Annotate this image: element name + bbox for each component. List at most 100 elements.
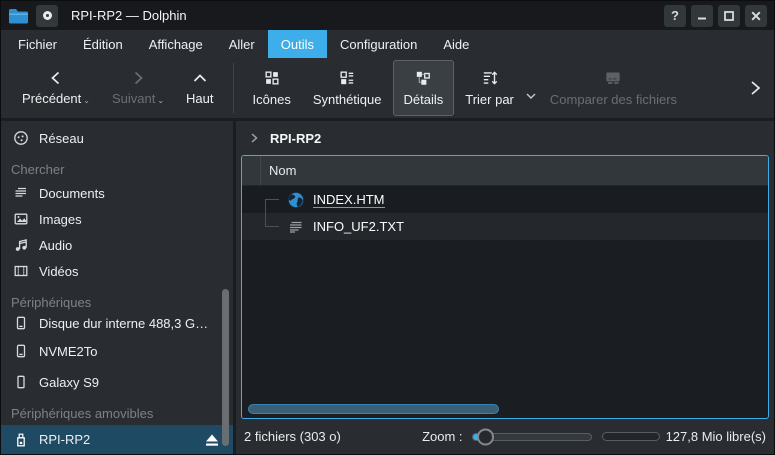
free-space-bar xyxy=(602,432,660,441)
compare-icon xyxy=(603,69,623,87)
chevron-left-icon xyxy=(47,70,65,86)
window-title: RPI-RP2 — Dolphin xyxy=(71,8,187,23)
menubar: Fichier Édition Affichage Aller Outils C… xyxy=(1,30,774,58)
zoom-label: Zoom : xyxy=(422,429,462,444)
chevron-up-icon xyxy=(191,70,209,86)
forward-button[interactable]: Suivant⌄ xyxy=(101,60,175,116)
usb-drive-icon xyxy=(13,432,29,448)
view-compact-button[interactable]: Synthétique xyxy=(302,60,393,116)
up-button[interactable]: Haut xyxy=(175,60,224,116)
menu-edition[interactable]: Édition xyxy=(70,30,136,58)
sort-button[interactable]: Trier par xyxy=(454,60,525,116)
file-name[interactable]: INDEX.HTM xyxy=(313,192,385,208)
sidebar-item-galaxy-s9[interactable]: Galaxy S9 xyxy=(1,369,233,395)
window-controls: ? xyxy=(664,5,767,27)
statusbar: 2 fichiers (303 o) Zoom : 127,8 Mio libr… xyxy=(236,419,774,454)
zoom-slider-handle[interactable] xyxy=(477,428,494,445)
icons-view-icon xyxy=(263,69,281,87)
file-count-text: 2 fichiers (303 o) xyxy=(244,429,341,444)
sidebar-item-rpi-rp2[interactable]: RPI-RP2 xyxy=(1,425,233,454)
sidebar-item-network[interactable]: Réseau xyxy=(1,125,233,151)
details-view-icon xyxy=(414,69,432,87)
dolphin-folder-icon xyxy=(8,7,30,25)
sidebar-item-label: RPI-RP2 xyxy=(39,432,90,447)
documents-icon xyxy=(13,185,29,201)
file-name[interactable]: INFO_UF2.TXT xyxy=(313,219,404,235)
file-row-info-uf2-txt[interactable]: INFO_UF2.TXT xyxy=(242,213,768,240)
sidebar-item-label: Galaxy S9 xyxy=(39,375,99,390)
sidebar-item-audio[interactable]: Audio xyxy=(1,232,233,258)
compact-view-icon xyxy=(338,69,356,87)
zoom-slider[interactable] xyxy=(472,433,592,441)
sidebar-item-documents[interactable]: Documents xyxy=(1,180,233,206)
menu-fichier[interactable]: Fichier xyxy=(5,30,70,58)
sidebar-item-label: Réseau xyxy=(39,131,84,146)
back-button[interactable]: Précédent⌄ xyxy=(11,60,101,116)
view-header: Nom xyxy=(242,156,768,186)
menu-outils[interactable]: Outils xyxy=(268,30,327,58)
sidebar-item-images[interactable]: Images xyxy=(1,206,233,232)
sidebar-item-label: Images xyxy=(39,212,82,227)
text-file-icon xyxy=(287,218,305,236)
network-icon xyxy=(13,130,29,146)
section-peripheriques: Périphériques xyxy=(1,289,233,313)
phone-icon xyxy=(13,374,29,390)
menu-affichage[interactable]: Affichage xyxy=(136,30,216,58)
section-chercher: Chercher xyxy=(1,156,233,180)
column-header-name[interactable]: Nom xyxy=(261,163,296,178)
menu-aller[interactable]: Aller xyxy=(216,30,268,58)
close-button[interactable] xyxy=(745,5,767,27)
horizontal-scrollbar[interactable] xyxy=(248,404,499,414)
dolphin-window: RPI-RP2 — Dolphin ? Fichier Édition Affi… xyxy=(0,0,775,455)
sort-icon xyxy=(481,69,499,87)
sidebar-item-label: Disque dur interne 488,3 G… xyxy=(39,315,221,332)
expander-column xyxy=(242,156,261,185)
chevron-down-icon: ⌄ xyxy=(83,96,90,105)
view-details-button[interactable]: Détails xyxy=(393,60,455,116)
free-space-text: 127,8 Mio libre(s) xyxy=(666,429,766,444)
help-button[interactable]: ? xyxy=(664,5,686,27)
titlebar: RPI-RP2 — Dolphin ? xyxy=(1,1,774,30)
tree-branch xyxy=(265,186,287,213)
menu-aide[interactable]: Aide xyxy=(430,30,482,58)
file-view: Nom INDEX.HTM INFO_UF2.TXT xyxy=(241,155,769,419)
breadcrumb-location[interactable]: RPI-RP2 xyxy=(270,131,321,146)
audio-icon xyxy=(13,237,29,253)
toolbar: Précédent⌄ Suivant⌄ Haut Icônes Synthéti… xyxy=(1,58,774,121)
sidebar-item-label: NVME2To xyxy=(39,343,221,360)
sort-dropdown-chevron-icon[interactable] xyxy=(525,88,537,103)
app-ring-icon xyxy=(43,11,52,20)
zoom-control: Zoom : xyxy=(422,429,591,444)
sidebar-scrollbar[interactable] xyxy=(222,289,229,446)
hard-drive-icon xyxy=(13,315,29,331)
sidebar-item-videos[interactable]: Vidéos xyxy=(1,258,233,284)
sidebar-item-nvme[interactable]: NVME2To xyxy=(1,341,233,369)
chevron-down-icon: ⌄ xyxy=(157,96,164,105)
toolbar-separator xyxy=(233,63,234,113)
sidebar-item-label: Documents xyxy=(39,186,105,201)
section-peripheriques-amovibles: Périphériques amovibles xyxy=(1,400,233,424)
view-icons-button[interactable]: Icônes xyxy=(242,60,302,116)
hard-drive-icon xyxy=(13,343,29,359)
window-menu-button[interactable] xyxy=(36,5,58,27)
maximize-button[interactable] xyxy=(718,5,740,27)
eject-icon[interactable] xyxy=(203,432,221,448)
compare-files-button[interactable]: Comparer des fichiers xyxy=(539,60,688,116)
breadcrumb-chevron-icon[interactable] xyxy=(249,132,259,144)
file-row-index-htm[interactable]: INDEX.HTM xyxy=(242,186,768,213)
videos-icon xyxy=(13,263,29,279)
sidebar-item-label: Audio xyxy=(39,238,72,253)
breadcrumb: RPI-RP2 xyxy=(236,121,774,155)
sidebar-item-label: Vidéos xyxy=(39,264,79,279)
sidebar-item-internal-disk[interactable]: Disque dur interne 488,3 G… xyxy=(1,313,233,341)
chevron-right-icon xyxy=(129,70,147,86)
minimize-button[interactable] xyxy=(691,5,713,27)
tree-branch xyxy=(265,213,287,240)
images-icon xyxy=(13,211,29,227)
main-panel: RPI-RP2 Nom INDEX.HTM xyxy=(236,121,774,454)
globe-icon xyxy=(287,191,305,209)
menu-configuration[interactable]: Configuration xyxy=(327,30,430,58)
toolbar-overflow-chevron-icon[interactable] xyxy=(746,79,764,97)
window-body: Réseau Chercher Documents Images Audio xyxy=(1,121,774,454)
places-panel: Réseau Chercher Documents Images Audio xyxy=(1,121,236,454)
